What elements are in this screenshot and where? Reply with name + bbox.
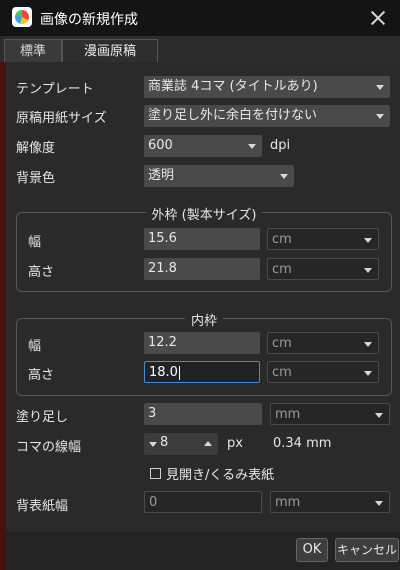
outer-width-unit: cm	[272, 232, 292, 247]
outer-height-unit: cm	[272, 262, 292, 277]
outer-height-label: 高さ	[28, 265, 55, 280]
outer-height-unit-select[interactable]: cm	[267, 258, 379, 280]
app-icon	[12, 7, 32, 27]
window-title: 画像の新規作成	[40, 12, 138, 28]
resolution-select[interactable]: 600	[144, 135, 262, 157]
background-value: 透明	[148, 168, 175, 183]
bleed-input[interactable]: 3	[144, 403, 262, 425]
cancel-button[interactable]: キャンセル	[335, 538, 399, 562]
bleed-label: 塗り足し	[16, 410, 69, 425]
paper-size-value: 塗り足し外に余白を付けない	[148, 108, 318, 123]
tab-manga-manuscript[interactable]: 漫画原稿	[62, 39, 158, 62]
outer-frame-title: 外枠 (製本サイズ)	[145, 208, 263, 223]
tab-bar: 標準 漫画原稿	[0, 36, 400, 62]
chevron-down-icon	[364, 342, 372, 347]
chevron-down-icon	[364, 238, 372, 243]
chevron-down-icon	[375, 501, 383, 506]
background-select[interactable]: 透明	[144, 165, 294, 187]
line-width-converted: 0.34 mm	[273, 436, 331, 451]
paper-size-label: 原稿用紙サイズ	[16, 111, 107, 126]
resolution-label: 解像度	[16, 141, 56, 156]
converted-value: 0.34	[273, 436, 302, 451]
resolution-value: 600	[148, 138, 173, 153]
outer-width-label: 幅	[28, 235, 42, 250]
inner-width-label: 幅	[28, 339, 42, 354]
back-paper-unit-select[interactable]: mm	[270, 491, 390, 513]
bleed-unit: mm	[275, 407, 301, 422]
template-label: テンプレート	[16, 82, 94, 97]
back-paper-unit: mm	[275, 495, 301, 510]
outer-height-input[interactable]: 21.8	[144, 258, 260, 280]
template-select[interactable]: 商業誌 4コマ (タイトルあり)	[144, 76, 390, 98]
decrement-icon[interactable]	[149, 442, 157, 447]
inner-frame-title: 内枠	[184, 314, 223, 329]
outer-frame-group: 外枠 (製本サイズ)	[16, 208, 392, 292]
converted-unit: mm	[306, 436, 332, 451]
inner-height-value: 18.0	[149, 365, 178, 380]
spread-checkbox[interactable]	[150, 468, 161, 479]
outer-width-input[interactable]: 15.6	[144, 228, 260, 250]
back-paper-input[interactable]: 0	[144, 491, 262, 513]
line-width-label: コマの線幅	[16, 440, 82, 455]
inner-width-unit-select[interactable]: cm	[267, 332, 379, 354]
chevron-down-icon	[375, 413, 383, 418]
ok-button[interactable]: OK	[296, 538, 328, 562]
chevron-down-icon	[376, 114, 384, 119]
chevron-down-icon	[248, 144, 256, 149]
inner-height-unit: cm	[272, 365, 292, 380]
resolution-unit: dpi	[270, 138, 291, 153]
inner-width-unit: cm	[272, 336, 292, 351]
text-caret	[178, 365, 180, 380]
chevron-down-icon	[376, 85, 384, 90]
back-paper-label: 背表紙幅	[16, 499, 69, 514]
template-value: 商業誌 4コマ (タイトルあり)	[148, 79, 318, 94]
line-width-value: 8	[160, 435, 169, 450]
close-icon[interactable]	[366, 6, 390, 30]
line-width-stepper[interactable]: 8	[144, 433, 218, 455]
inner-frame-group: 内枠	[16, 314, 392, 396]
increment-icon[interactable]	[204, 441, 212, 446]
inner-height-unit-select[interactable]: cm	[267, 361, 379, 383]
line-width-unit: px	[227, 436, 243, 451]
inner-width-input[interactable]: 12.2	[144, 332, 260, 354]
inner-height-input[interactable]: 18.0	[144, 361, 260, 383]
bleed-unit-select[interactable]: mm	[270, 403, 390, 425]
background-label: 背景色	[16, 171, 56, 186]
tab-standard[interactable]: 標準	[4, 39, 62, 62]
spread-label[interactable]: 見開き/くるみ表紙	[166, 464, 274, 483]
paper-size-select[interactable]: 塗り足し外に余白を付けない	[144, 105, 390, 127]
inner-height-label: 高さ	[28, 368, 55, 383]
title-bar: 画像の新規作成	[0, 0, 400, 36]
dialog-content	[6, 62, 400, 532]
outer-width-unit-select[interactable]: cm	[267, 228, 379, 250]
chevron-down-icon	[364, 371, 372, 376]
chevron-down-icon	[364, 268, 372, 273]
chevron-down-icon	[280, 174, 288, 179]
